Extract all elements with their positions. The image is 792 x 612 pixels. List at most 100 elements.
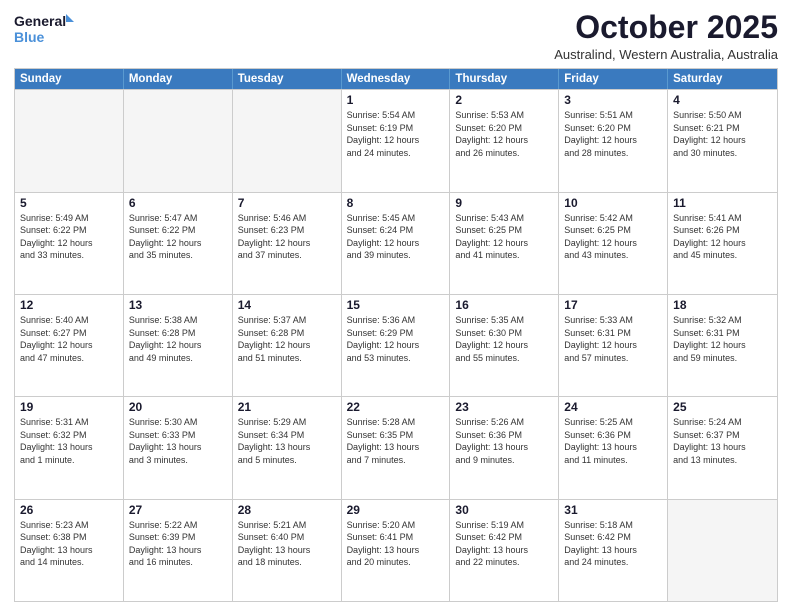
calendar-cell: 18 Sunrise: 5:32 AM Sunset: 6:31 PM Dayli…	[668, 295, 777, 396]
calendar-cell: 1 Sunrise: 5:54 AM Sunset: 6:19 PM Daylig…	[342, 90, 451, 191]
day-number: 25	[673, 400, 772, 414]
day-info: Sunrise: 5:35 AM Sunset: 6:30 PM Dayligh…	[455, 314, 553, 364]
calendar-cell: 7 Sunrise: 5:46 AM Sunset: 6:23 PM Daylig…	[233, 193, 342, 294]
day-info: Sunrise: 5:43 AM Sunset: 6:25 PM Dayligh…	[455, 212, 553, 262]
day-info: Sunrise: 5:28 AM Sunset: 6:35 PM Dayligh…	[347, 416, 445, 466]
day-info: Sunrise: 5:19 AM Sunset: 6:42 PM Dayligh…	[455, 519, 553, 569]
calendar-header: SundayMondayTuesdayWednesdayThursdayFrid…	[15, 69, 777, 89]
day-info: Sunrise: 5:22 AM Sunset: 6:39 PM Dayligh…	[129, 519, 227, 569]
day-info: Sunrise: 5:54 AM Sunset: 6:19 PM Dayligh…	[347, 109, 445, 159]
day-number: 10	[564, 196, 662, 210]
day-info: Sunrise: 5:24 AM Sunset: 6:37 PM Dayligh…	[673, 416, 772, 466]
day-info: Sunrise: 5:41 AM Sunset: 6:26 PM Dayligh…	[673, 212, 772, 262]
day-number: 8	[347, 196, 445, 210]
day-number: 1	[347, 93, 445, 107]
calendar-body: 1 Sunrise: 5:54 AM Sunset: 6:19 PM Daylig…	[15, 89, 777, 601]
calendar-cell: 22 Sunrise: 5:28 AM Sunset: 6:35 PM Dayli…	[342, 397, 451, 498]
day-number: 11	[673, 196, 772, 210]
header-cell-saturday: Saturday	[668, 69, 777, 89]
calendar-cell: 11 Sunrise: 5:41 AM Sunset: 6:26 PM Dayli…	[668, 193, 777, 294]
header-cell-thursday: Thursday	[450, 69, 559, 89]
day-number: 7	[238, 196, 336, 210]
header-cell-monday: Monday	[124, 69, 233, 89]
day-number: 20	[129, 400, 227, 414]
calendar-cell: 23 Sunrise: 5:26 AM Sunset: 6:36 PM Dayli…	[450, 397, 559, 498]
calendar-cell: 3 Sunrise: 5:51 AM Sunset: 6:20 PM Daylig…	[559, 90, 668, 191]
calendar-cell: 31 Sunrise: 5:18 AM Sunset: 6:42 PM Dayli…	[559, 500, 668, 601]
day-info: Sunrise: 5:37 AM Sunset: 6:28 PM Dayligh…	[238, 314, 336, 364]
day-info: Sunrise: 5:53 AM Sunset: 6:20 PM Dayligh…	[455, 109, 553, 159]
calendar-cell: 21 Sunrise: 5:29 AM Sunset: 6:34 PM Dayli…	[233, 397, 342, 498]
day-number: 16	[455, 298, 553, 312]
day-number: 24	[564, 400, 662, 414]
calendar-cell: 29 Sunrise: 5:20 AM Sunset: 6:41 PM Dayli…	[342, 500, 451, 601]
day-info: Sunrise: 5:49 AM Sunset: 6:22 PM Dayligh…	[20, 212, 118, 262]
day-number: 30	[455, 503, 553, 517]
title-area: October 2025 Australind, Western Austral…	[554, 10, 778, 62]
day-info: Sunrise: 5:18 AM Sunset: 6:42 PM Dayligh…	[564, 519, 662, 569]
calendar-cell: 26Sunrise: 5:23 AM Sunset: 6:38 PM Dayli…	[15, 500, 124, 601]
month-title: October 2025	[554, 10, 778, 45]
day-info: Sunrise: 5:46 AM Sunset: 6:23 PM Dayligh…	[238, 212, 336, 262]
day-number: 18	[673, 298, 772, 312]
day-number: 15	[347, 298, 445, 312]
day-info: Sunrise: 5:45 AM Sunset: 6:24 PM Dayligh…	[347, 212, 445, 262]
day-number: 5	[20, 196, 118, 210]
calendar-cell: 19Sunrise: 5:31 AM Sunset: 6:32 PM Dayli…	[15, 397, 124, 498]
page: General Blue October 2025 Australind, We…	[0, 0, 792, 612]
day-info: Sunrise: 5:42 AM Sunset: 6:25 PM Dayligh…	[564, 212, 662, 262]
day-number: 31	[564, 503, 662, 517]
day-number: 29	[347, 503, 445, 517]
calendar-cell: 28 Sunrise: 5:21 AM Sunset: 6:40 PM Dayli…	[233, 500, 342, 601]
day-number: 12	[20, 298, 118, 312]
calendar-cell: 25 Sunrise: 5:24 AM Sunset: 6:37 PM Dayli…	[668, 397, 777, 498]
day-number: 17	[564, 298, 662, 312]
day-number: 28	[238, 503, 336, 517]
day-info: Sunrise: 5:32 AM Sunset: 6:31 PM Dayligh…	[673, 314, 772, 364]
day-number: 21	[238, 400, 336, 414]
calendar-cell: 15Sunrise: 5:36 AM Sunset: 6:29 PM Dayli…	[342, 295, 451, 396]
calendar-cell	[124, 90, 233, 191]
day-number: 13	[129, 298, 227, 312]
day-info: Sunrise: 5:20 AM Sunset: 6:41 PM Dayligh…	[347, 519, 445, 569]
calendar-cell	[233, 90, 342, 191]
calendar-cell: 8 Sunrise: 5:45 AM Sunset: 6:24 PM Daylig…	[342, 193, 451, 294]
day-info: Sunrise: 5:26 AM Sunset: 6:36 PM Dayligh…	[455, 416, 553, 466]
calendar-cell: 10 Sunrise: 5:42 AM Sunset: 6:25 PM Dayli…	[559, 193, 668, 294]
calendar-cell: 24 Sunrise: 5:25 AM Sunset: 6:36 PM Dayli…	[559, 397, 668, 498]
header-cell-friday: Friday	[559, 69, 668, 89]
day-number: 2	[455, 93, 553, 107]
day-info: Sunrise: 5:33 AM Sunset: 6:31 PM Dayligh…	[564, 314, 662, 364]
day-number: 3	[564, 93, 662, 107]
day-info: Sunrise: 5:25 AM Sunset: 6:36 PM Dayligh…	[564, 416, 662, 466]
day-info: Sunrise: 5:51 AM Sunset: 6:20 PM Dayligh…	[564, 109, 662, 159]
header-cell-sunday: Sunday	[15, 69, 124, 89]
header: General Blue October 2025 Australind, We…	[14, 10, 778, 62]
day-info: Sunrise: 5:40 AM Sunset: 6:27 PM Dayligh…	[20, 314, 118, 364]
subtitle: Australind, Western Australia, Australia	[554, 47, 778, 62]
day-number: 22	[347, 400, 445, 414]
calendar-cell: 2 Sunrise: 5:53 AM Sunset: 6:20 PM Daylig…	[450, 90, 559, 191]
day-number: 19	[20, 400, 118, 414]
calendar-cell: 20Sunrise: 5:30 AM Sunset: 6:33 PM Dayli…	[124, 397, 233, 498]
day-info: Sunrise: 5:38 AM Sunset: 6:28 PM Dayligh…	[129, 314, 227, 364]
calendar-cell	[15, 90, 124, 191]
svg-text:General: General	[14, 13, 66, 29]
day-info: Sunrise: 5:50 AM Sunset: 6:21 PM Dayligh…	[673, 109, 772, 159]
day-number: 23	[455, 400, 553, 414]
day-number: 9	[455, 196, 553, 210]
day-info: Sunrise: 5:29 AM Sunset: 6:34 PM Dayligh…	[238, 416, 336, 466]
day-info: Sunrise: 5:21 AM Sunset: 6:40 PM Dayligh…	[238, 519, 336, 569]
calendar-cell	[668, 500, 777, 601]
calendar: SundayMondayTuesdayWednesdayThursdayFrid…	[14, 68, 778, 602]
calendar-cell: 5 Sunrise: 5:49 AM Sunset: 6:22 PM Daylig…	[15, 193, 124, 294]
day-info: Sunrise: 5:23 AM Sunset: 6:38 PM Dayligh…	[20, 519, 118, 569]
calendar-cell: 13 Sunrise: 5:38 AM Sunset: 6:28 PM Dayli…	[124, 295, 233, 396]
calendar-cell: 6Sunrise: 5:47 AM Sunset: 6:22 PM Daylig…	[124, 193, 233, 294]
calendar-cell: 30 Sunrise: 5:19 AM Sunset: 6:42 PM Dayli…	[450, 500, 559, 601]
logo-svg: General Blue	[14, 10, 74, 50]
calendar-cell: 17 Sunrise: 5:33 AM Sunset: 6:31 PM Dayli…	[559, 295, 668, 396]
calendar-row-2: 5 Sunrise: 5:49 AM Sunset: 6:22 PM Daylig…	[15, 192, 777, 294]
logo: General Blue	[14, 10, 74, 50]
calendar-cell: 4Sunrise: 5:50 AM Sunset: 6:21 PM Daylig…	[668, 90, 777, 191]
